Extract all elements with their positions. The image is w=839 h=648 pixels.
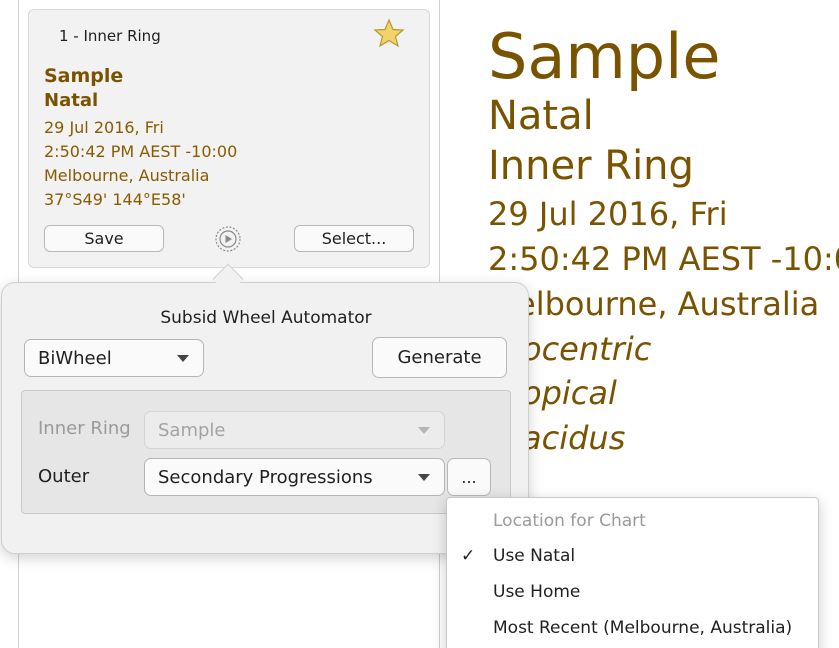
chevron-down-icon [418, 474, 430, 481]
display-time: 2:50:42 PM AEST -10:00 [488, 240, 839, 278]
menu-item-use-natal[interactable]: Use Natal [493, 546, 575, 566]
chevron-down-icon [418, 427, 430, 434]
popover-title: Subsid Wheel Automator [160, 308, 372, 328]
outer-ring-value: Secondary Progressions [158, 466, 373, 488]
checkmark-icon: ✓ [461, 546, 476, 566]
chart-card[interactable]: 1 - Inner Ring Sample Natal 29 Jul 2016,… [28, 9, 430, 268]
chart-date: 29 Jul 2016, Fri [44, 118, 164, 137]
inner-ring-value: Sample [158, 419, 226, 441]
menu-item-use-home[interactable]: Use Home [493, 582, 580, 602]
display-date: 29 Jul 2016, Fri [488, 195, 728, 233]
location-options-button[interactable]: ... [447, 458, 491, 496]
star-icon[interactable] [373, 18, 405, 48]
location-menu: Location for Chart ✓ Use Natal Use Home … [446, 497, 819, 648]
outer-label: Outer [38, 466, 90, 487]
menu-item-most-recent[interactable]: Most Recent (Melbourne, Australia) [493, 618, 792, 638]
generate-button[interactable]: Generate [372, 337, 507, 378]
wheel-type-select[interactable]: BiWheel [24, 339, 204, 377]
wheel-type-value: BiWheel [38, 347, 112, 369]
chart-coords: 37°S49' 144°E58' [44, 190, 186, 209]
display-center: ocentric [522, 330, 652, 368]
chart-time: 2:50:42 PM AEST -10:00 [44, 142, 238, 161]
app-window: 1 - Inner Ring Sample Natal 29 Jul 2016,… [0, 0, 839, 648]
display-zodiac: opical [522, 374, 617, 412]
display-place: elbourne, Australia [516, 285, 820, 323]
save-button[interactable]: Save [44, 225, 164, 252]
chart-name: Sample [44, 65, 124, 87]
display-name: Sample [488, 20, 721, 93]
display-houses: acidus [522, 419, 626, 457]
inner-ring-label: Inner Ring [38, 418, 131, 439]
card-header: 1 - Inner Ring [59, 27, 161, 45]
location-menu-header: Location for Chart [493, 511, 646, 531]
display-kind: Natal [488, 93, 594, 139]
inner-ring-select: Sample [144, 411, 445, 449]
chevron-down-icon [177, 355, 189, 362]
chart-place: Melbourne, Australia [44, 166, 210, 185]
wheel-play-icon[interactable] [214, 225, 242, 253]
ring-settings-group: Inner Ring Sample Outer Secondary Progre… [21, 390, 511, 514]
select-button[interactable]: Select... [294, 225, 414, 252]
chart-kind: Natal [44, 90, 99, 111]
display-ring: Inner Ring [488, 143, 694, 189]
outer-ring-select[interactable]: Secondary Progressions [144, 458, 445, 496]
